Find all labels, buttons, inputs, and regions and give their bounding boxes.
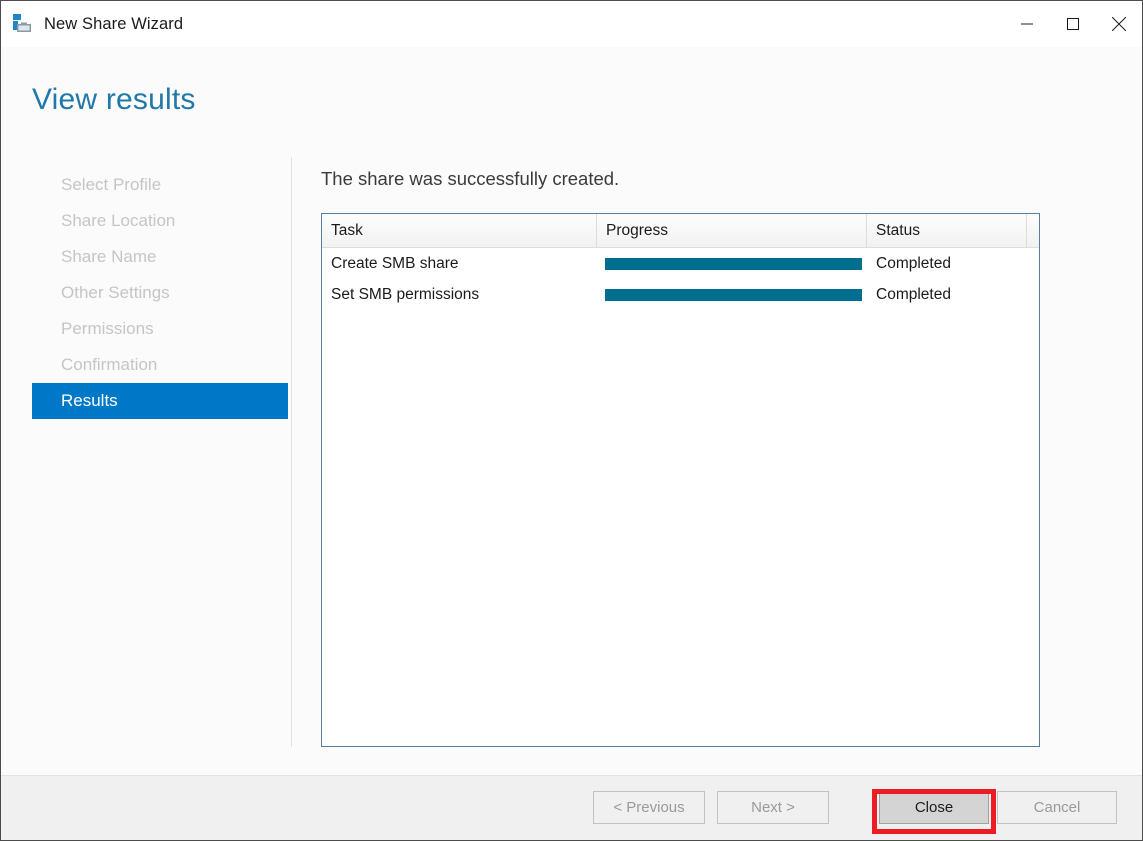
table-header-row: Task Progress Status bbox=[322, 214, 1039, 248]
share-wizard-icon bbox=[12, 13, 34, 35]
sidebar-item-permissions[interactable]: Permissions bbox=[32, 311, 288, 347]
cell-task: Create SMB share bbox=[331, 254, 459, 272]
progress-bar bbox=[605, 257, 862, 270]
sidebar-divider bbox=[291, 157, 292, 747]
success-message: The share was successfully created. bbox=[321, 168, 620, 189]
minimize-icon[interactable] bbox=[1004, 1, 1050, 47]
cell-task: Set SMB permissions bbox=[331, 285, 480, 303]
cell-progress bbox=[597, 257, 867, 270]
column-header-spacer bbox=[1027, 214, 1039, 247]
progress-bar-fill bbox=[605, 288, 862, 301]
previous-button[interactable]: < Previous bbox=[593, 791, 705, 824]
table-row[interactable]: Create SMB share Completed bbox=[322, 248, 1039, 279]
wizard-footer: < Previous Next > Close Cancel bbox=[1, 775, 1142, 840]
progress-bar-fill bbox=[605, 257, 862, 270]
cell-status: Completed bbox=[876, 285, 951, 303]
sidebar-item-share-location[interactable]: Share Location bbox=[32, 203, 288, 239]
title-bar: New Share Wizard bbox=[1, 1, 1142, 47]
close-icon[interactable] bbox=[1096, 1, 1142, 47]
maximize-icon[interactable] bbox=[1050, 1, 1096, 47]
next-button[interactable]: Next > bbox=[717, 791, 829, 824]
table-row[interactable]: Set SMB permissions Completed bbox=[322, 279, 1039, 310]
sidebar-item-confirmation[interactable]: Confirmation bbox=[32, 347, 288, 383]
page-title: View results bbox=[32, 83, 196, 116]
progress-bar bbox=[605, 288, 862, 301]
column-header-task[interactable]: Task bbox=[322, 214, 597, 247]
window-controls bbox=[1004, 1, 1142, 47]
column-header-progress[interactable]: Progress bbox=[597, 214, 867, 247]
wizard-step-nav: Select Profile Share Location Share Name… bbox=[32, 167, 288, 419]
new-share-wizard-window: New Share Wizard View results Select Pro… bbox=[0, 0, 1143, 841]
results-table: Task Progress Status Create SMB share Co… bbox=[321, 213, 1040, 747]
cell-status: Completed bbox=[876, 254, 951, 272]
sidebar-item-share-name[interactable]: Share Name bbox=[32, 239, 288, 275]
window-title: New Share Wizard bbox=[44, 14, 184, 33]
sidebar-item-results[interactable]: Results bbox=[32, 383, 288, 419]
column-header-status[interactable]: Status bbox=[867, 214, 1027, 247]
sidebar-item-other-settings[interactable]: Other Settings bbox=[32, 275, 288, 311]
cell-progress bbox=[597, 288, 867, 301]
cancel-button[interactable]: Cancel bbox=[997, 791, 1117, 824]
sidebar-item-select-profile[interactable]: Select Profile bbox=[32, 167, 288, 203]
close-button[interactable]: Close bbox=[879, 791, 989, 824]
